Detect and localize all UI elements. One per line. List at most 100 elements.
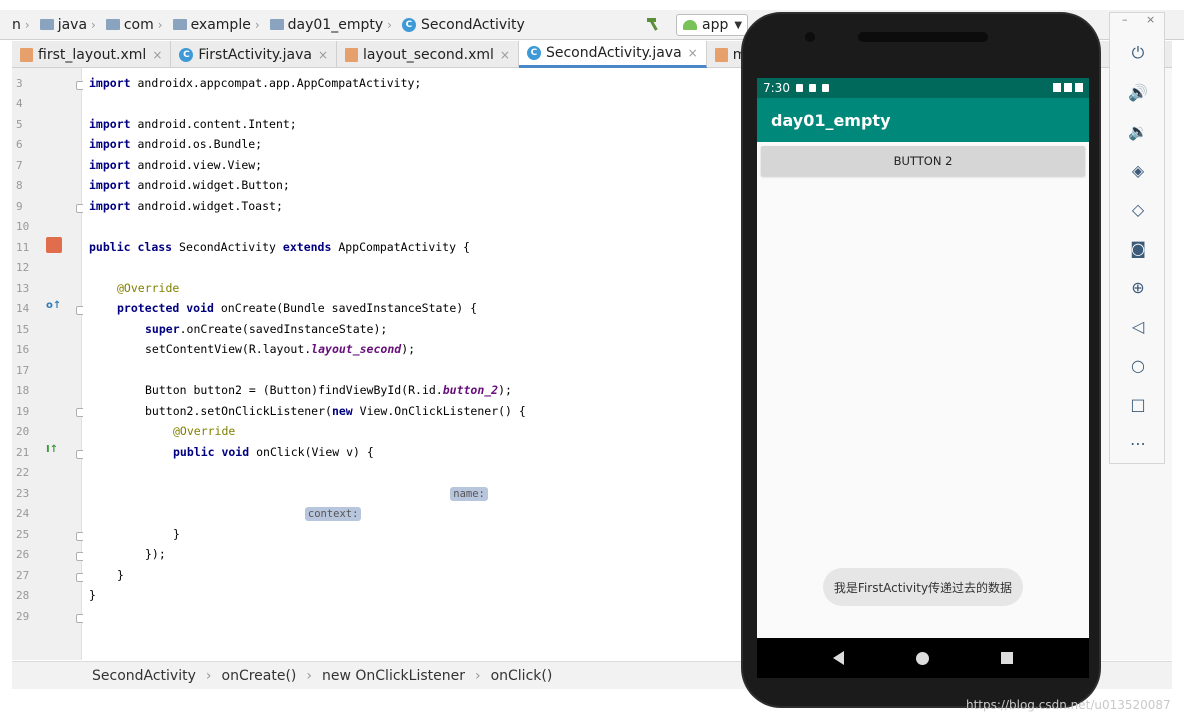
line-number: 16 — [16, 343, 30, 356]
layout-file-icon[interactable] — [46, 237, 62, 253]
power-icon[interactable]: ⏻ — [1128, 43, 1148, 63]
code-line: import androidx.appcompat.app.AppCompatA… — [89, 76, 422, 90]
watermark: https://blog.csdn.net/u013520087 — [966, 698, 1171, 712]
nav-crumb-secondactivity[interactable]: C SecondActivity — [401, 16, 525, 33]
nav-crumb-com[interactable]: com › — [105, 17, 167, 33]
notification-icon — [795, 84, 803, 92]
app-bar: day01_empty — [757, 98, 1089, 142]
chevron-right-icon: › — [91, 17, 96, 32]
code-line: public void onClick(View v) { — [173, 445, 374, 459]
tab-layout-second-xml[interactable]: layout_second.xml × — [337, 41, 519, 68]
signal-icon — [1064, 83, 1072, 92]
line-number: 8 — [16, 179, 23, 192]
tab-label: layout_second.xml — [363, 46, 494, 63]
line-number: 11 — [16, 241, 30, 254]
nav-crumb-label: day01_empty — [287, 16, 384, 33]
override-method-icon[interactable]: o↑ — [46, 300, 61, 311]
line-number: 3 — [16, 77, 23, 90]
sd-card-icon — [808, 84, 816, 92]
code-line: import android.widget.Toast; — [89, 199, 283, 213]
breadcrumb-item[interactable]: onCreate() — [222, 668, 297, 684]
back-icon[interactable]: ◁ — [1128, 316, 1148, 336]
line-number: 29 — [16, 610, 30, 623]
line-number: 12 — [16, 261, 30, 274]
chevron-right-icon: › — [254, 17, 260, 32]
line-number: 9 — [16, 200, 23, 213]
breadcrumb-item[interactable]: onClick() — [491, 668, 553, 684]
class-icon: C — [401, 17, 416, 32]
more-icon[interactable]: ⋯ — [1128, 433, 1148, 453]
device-screen[interactable]: 7:30 day01_empty BUTTON 2 我是FirstActivit… — [757, 78, 1089, 678]
rotate-right-icon[interactable]: ◇ — [1128, 199, 1148, 219]
code-line: Toast.makeText(context: SecondActivity.th… — [201, 506, 736, 521]
chevron-right-icon: › — [24, 17, 30, 32]
class-icon: C — [526, 46, 541, 60]
status-bar: 7:30 — [757, 78, 1089, 98]
nav-crumb-day01-empty[interactable]: day01_empty › — [269, 16, 396, 33]
code-line: Button button2 = (Button)findViewById(R.… — [145, 383, 512, 397]
nav-crumb-label: SecondActivity — [420, 16, 525, 33]
battery-icon — [1075, 83, 1083, 92]
hammer-icon[interactable] — [645, 16, 661, 32]
line-number: 28 — [16, 589, 30, 602]
volume-down-icon[interactable]: 🔉 — [1128, 121, 1148, 141]
folder-icon — [105, 19, 120, 30]
folder-icon — [172, 19, 187, 30]
close-icon[interactable]: × — [688, 46, 698, 60]
zoom-icon[interactable]: ⊕ — [1128, 277, 1148, 297]
tab-label: FirstActivity.java — [198, 46, 312, 63]
close-icon[interactable]: × — [500, 48, 510, 62]
close-icon[interactable]: × — [152, 48, 162, 62]
chevron-right-icon: › — [205, 667, 212, 684]
code-line: import android.view.View; — [89, 158, 263, 172]
emulator-device: 7:30 day01_empty BUTTON 2 我是FirstActivit… — [741, 12, 1101, 708]
back-icon[interactable] — [833, 651, 844, 665]
code-line: Intent intent = getIntent(); — [201, 465, 395, 479]
line-number: 14 — [16, 302, 30, 315]
line-number: 20 — [16, 425, 30, 438]
breadcrumb-item[interactable]: SecondActivity — [92, 668, 196, 684]
overview-icon[interactable]: □ — [1128, 394, 1148, 414]
toast-message: 我是FirstActivity传递过去的数据 — [823, 568, 1023, 606]
code-line: super.onCreate(savedInstanceState); — [145, 322, 388, 336]
screenshot-icon[interactable]: ◙ — [1128, 238, 1148, 258]
tab-first-layout-xml[interactable]: first_layout.xml × — [12, 41, 172, 68]
line-number: 19 — [16, 405, 30, 418]
class-icon: C — [179, 47, 194, 62]
nav-crumb-example[interactable]: example › — [172, 17, 264, 33]
status-indicators — [1050, 83, 1083, 92]
line-number: 21 — [16, 446, 30, 459]
code-line: String Data = intent.getStringExtra(name… — [201, 486, 585, 501]
folder-icon — [39, 19, 54, 30]
code-line: button2.setOnClickListener(new View.OnCl… — [145, 404, 526, 418]
tab-firstactivity-java[interactable]: C FirstActivity.java × — [171, 41, 338, 68]
minimize-button[interactable]: – — [1122, 13, 1128, 26]
code-line: @Override — [117, 281, 180, 295]
line-number: 24 — [16, 507, 30, 520]
param-hint: name: — [450, 487, 488, 501]
close-icon[interactable]: × — [318, 48, 328, 62]
wifi-icon — [1053, 83, 1061, 92]
tab-label: first_layout.xml — [38, 46, 147, 63]
line-number: 15 — [16, 323, 30, 336]
emulator-toolbar: – × ⏻ 🔊 🔉 ◈ ◇ ◙ ⊕ ◁ ○ □ ⋯ — [1109, 12, 1165, 464]
line-number: 6 — [16, 138, 23, 151]
button-2[interactable]: BUTTON 2 — [761, 146, 1085, 176]
volume-up-icon[interactable]: 🔊 — [1128, 82, 1148, 102]
home-icon[interactable] — [916, 651, 929, 665]
nav-crumb-java[interactable]: java › — [39, 16, 100, 33]
code-line: import android.os.Bundle; — [89, 137, 263, 151]
code-editor[interactable]: import androidx.appcompat.app.AppCompatA… — [83, 68, 743, 660]
chevron-right-icon: › — [157, 17, 163, 32]
nav-crumb-root[interactable]: n › — [12, 17, 34, 33]
code-line: import android.content.Intent; — [89, 117, 297, 131]
breadcrumb-item[interactable]: new OnClickListener — [322, 668, 465, 684]
recents-icon[interactable] — [1001, 652, 1013, 664]
rotate-left-icon[interactable]: ◈ — [1128, 160, 1148, 180]
tab-secondactivity-java[interactable]: C SecondActivity.java × — [518, 41, 707, 68]
close-button[interactable]: × — [1146, 13, 1155, 26]
home-icon[interactable]: ○ — [1128, 355, 1148, 375]
implement-method-icon[interactable]: I↑ — [46, 444, 58, 455]
run-config-selector[interactable]: app ▼ — [676, 14, 748, 36]
nav-crumb-label: java — [57, 16, 88, 33]
